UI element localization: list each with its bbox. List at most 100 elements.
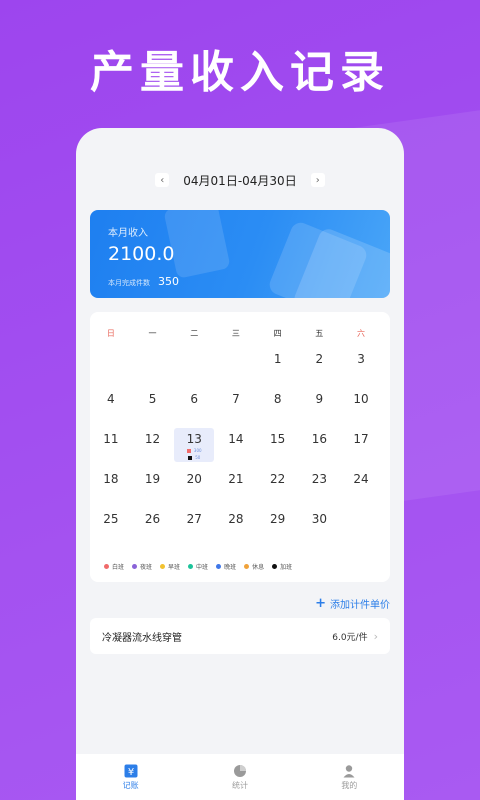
calendar-day[interactable]: 12 [133,428,173,462]
day-number: 11 [103,432,119,446]
legend-item: 休息 [244,562,264,571]
day-number: 24 [353,472,369,486]
calendar-day[interactable]: 16 [299,428,339,462]
item-name: 冷凝器流水线穿管 [102,632,182,644]
calendar-day[interactable]: 17 [341,428,381,462]
legend-item: 晚班 [216,562,236,571]
calendar-day[interactable]: 26 [133,508,173,542]
calendar: 日一二三四五六 1 2 3 4 5 6 7 8 9 10 11 12 13 300 50 14 15 16 17 18… [90,312,390,582]
add-piece-label: 添加计件单价 [330,600,390,611]
calendar-day[interactable]: 7 [216,388,256,422]
day-number: 1 [273,352,282,366]
day-number: 6 [190,392,199,406]
day-number: 21 [228,472,244,486]
list-item[interactable]: 冷凝器流水线穿管 6.0元/件 › [90,618,390,654]
day-number: 13 [186,432,202,446]
calendar-day[interactable]: 10 [341,388,381,422]
legend-dot-icon [104,564,109,569]
legend-label: 早班 [168,564,181,571]
add-piece-price-button[interactable]: + 添加计件单价 [315,596,390,612]
legend-item: 早班 [160,562,180,571]
chevron-right-icon: › [373,629,378,643]
day-number: 30 [311,512,327,526]
calendar-day[interactable]: 28 [216,508,256,542]
calendar-day[interactable]: 9 [299,388,339,422]
calendar-day[interactable]: 18 [91,468,131,502]
tab-statistics[interactable]: 统计 [185,754,294,800]
day-number: 29 [270,512,286,526]
calendar-day[interactable]: 1 [258,348,298,382]
tab-label: 记账 [122,780,139,790]
legend-label: 加班 [280,564,293,571]
tab-profile[interactable]: 我的 [295,754,404,800]
day-shift-mark: 50 [174,455,214,460]
shift-count: 50 [195,455,201,460]
day-number: 18 [103,472,119,486]
tab-bookkeeping[interactable]: ¥ 记账 [76,754,185,800]
next-month-button[interactable]: › [310,173,325,187]
calendar-day[interactable]: 29 [258,508,298,542]
legend-item: 中班 [188,562,208,571]
user-icon [342,764,356,778]
calendar-day[interactable]: 11 [91,428,131,462]
item-price: 6.0元/件 [332,632,368,643]
hero-title: 产量收入记录 [90,47,390,98]
calendar-day[interactable]: 2 [299,348,339,382]
date-range[interactable]: 04月01日-04月30日 [183,172,296,189]
phone-screen: ‹ 04月01日-04月30日 › 本月收入 2100.0 本月完成件数 350… [76,128,404,800]
calendar-day[interactable]: 19 [133,468,173,502]
shift-legend: 白班 夜班 早班 中班 晚班 休息 加班 [104,562,384,571]
day-number: 10 [353,392,369,406]
calendar-day[interactable]: 14 [216,428,256,462]
calendar-day[interactable]: 22 [258,468,298,502]
day-number: 22 [270,472,286,486]
day-number: 23 [311,472,327,486]
tab-label: 我的 [341,780,358,790]
weekday-header: 日一二三四五六 [90,328,390,339]
prev-month-button[interactable]: ‹ [155,173,170,187]
day-number: 12 [144,432,161,446]
day-number: 16 [311,432,327,446]
weekday-label: 五 [315,329,324,338]
calendar-day[interactable]: 4 [91,388,131,422]
legend-dot-icon [188,564,194,569]
day-number: 3 [357,352,365,366]
legend-label: 晚班 [224,564,237,571]
day-shift-mark: 300 [174,448,214,453]
calendar-day[interactable]: 30 [299,508,339,542]
calendar-day[interactable]: 15 [258,428,298,462]
weekday-label: 六 [356,329,365,338]
calendar-day[interactable]: 3 [341,348,381,382]
legend-label: 白班 [112,564,125,571]
day-number: 9 [315,392,324,406]
calendar-day[interactable]: 8 [258,388,298,422]
legend-dot-icon [244,564,250,569]
svg-text:¥: ¥ [127,767,133,778]
income-label: 本月收入 [108,228,148,239]
calendar-day[interactable]: 5 [133,388,173,422]
calendar-day[interactable]: 6 [174,388,214,422]
legend-dot-icon [132,564,138,569]
weekday-label: 一 [148,329,157,338]
legend-dot-icon [216,564,222,569]
calendar-day[interactable]: 23 [299,468,339,502]
legend-dot-icon [272,564,278,569]
calendar-day[interactable]: 25 [91,508,131,542]
calendar-day[interactable]: 20 [174,468,214,502]
day-number: 8 [273,392,282,406]
calendar-day[interactable]: 13 300 50 [174,428,215,462]
chevron-left-icon: ‹ [160,174,165,186]
calendar-day[interactable]: 24 [341,468,381,502]
weekday-label: 日 [106,329,115,338]
weekday-label: 二 [190,329,199,338]
legend-label: 中班 [196,564,209,571]
day-number: 19 [144,472,161,486]
calendar-day[interactable]: 21 [216,468,256,502]
legend-item: 白班 [104,562,124,571]
tab-label: 统计 [231,780,248,790]
day-number: 20 [186,472,202,486]
yen-icon: ¥ [124,764,138,778]
tab-bar: ¥ 记账 统计 我的 [76,754,404,800]
day-number: 2 [315,352,324,366]
calendar-day[interactable]: 27 [174,508,214,542]
